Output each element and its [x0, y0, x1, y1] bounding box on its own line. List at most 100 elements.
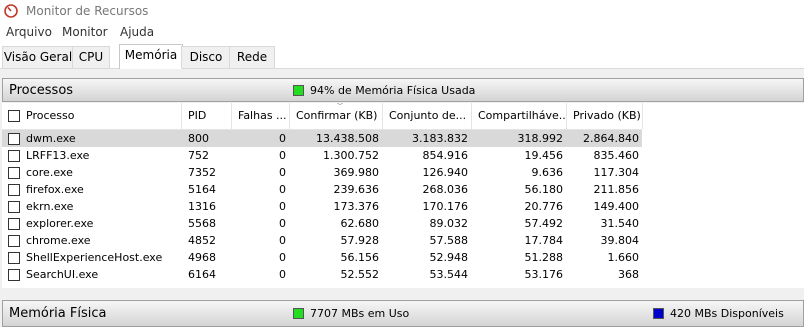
- tab-bar: Visão Geral CPU Memória Disco Rede: [0, 43, 804, 69]
- physical-memory-section-header[interactable]: Memória Física 7707 MBs em Uso 420 MBs D…: [2, 300, 804, 327]
- menu-monitor[interactable]: Monitor: [62, 25, 108, 39]
- cell-faults: 0: [279, 234, 286, 247]
- cell-working: 170.176: [422, 200, 469, 213]
- table-row[interactable]: dwm.exe 800 0 13.438.508 3.183.832 318.992 2.8…: [2, 130, 642, 147]
- column-header-conjunto[interactable]: Conjunto de...: [383, 103, 472, 129]
- menu-ajuda[interactable]: Ajuda: [120, 25, 154, 39]
- row-checkbox[interactable]: [8, 269, 20, 281]
- table-row[interactable]: explorer.exe 5568 0 62.680 89.032 57.492 31.54…: [2, 215, 642, 232]
- column-header-processo[interactable]: Processo: [2, 103, 182, 129]
- column-header-confirmar[interactable]: ﹀ Confirmar (KB): [290, 103, 383, 129]
- cell-working: 854.916: [422, 149, 469, 162]
- cell-private: 2.864.840: [583, 132, 639, 145]
- cell-shareable: 318.992: [517, 132, 564, 145]
- cell-commit: 62.680: [340, 217, 380, 230]
- available-swatch: [653, 308, 664, 319]
- memory-used-swatch: [293, 85, 304, 96]
- cell-private: 31.540: [600, 217, 640, 230]
- processes-title: Processos: [9, 83, 74, 98]
- tab-cpu[interactable]: CPU: [72, 46, 110, 68]
- row-checkbox[interactable]: [8, 150, 20, 162]
- processes-section-header[interactable]: Processos 94% de Memória Física Usada: [2, 78, 804, 102]
- table-row[interactable]: firefox.exe 5164 0 239.636 268.036 56.180 211.…: [2, 181, 642, 198]
- table-row[interactable]: SearchUI.exe 6164 0 52.552 53.544 53.176 368: [2, 266, 642, 283]
- cell-pid: 800: [188, 132, 209, 145]
- resource-monitor-icon: [4, 4, 18, 18]
- select-all-checkbox[interactable]: [8, 110, 20, 122]
- table-row[interactable]: LRFF13.exe 752 0 1.300.752 854.916 19.456 835.…: [2, 147, 642, 164]
- cell-pid: 6164: [188, 268, 216, 281]
- cell-faults: 0: [279, 183, 286, 196]
- cell-faults: 0: [279, 268, 286, 281]
- process-name: firefox.exe: [26, 183, 84, 196]
- cell-shareable: 17.784: [524, 234, 564, 247]
- cell-private: 1.660: [607, 251, 640, 264]
- cell-commit: 239.636: [333, 183, 380, 196]
- row-checkbox[interactable]: [8, 201, 20, 213]
- tab-memoria[interactable]: Memória: [119, 44, 183, 69]
- column-header-falhas[interactable]: Falhas ...: [232, 103, 290, 129]
- column-header-compartilhavel[interactable]: Compartilháve...: [472, 103, 567, 129]
- row-checkbox[interactable]: [8, 218, 20, 230]
- cell-commit: 56.156: [340, 251, 380, 264]
- tab-disco[interactable]: Disco: [181, 46, 231, 68]
- process-name-cell: ShellExperienceHost.exe: [2, 249, 188, 266]
- process-name: dwm.exe: [26, 132, 76, 145]
- table-row[interactable]: ekrn.exe 1316 0 173.376 170.176 20.776 149.400: [2, 198, 642, 215]
- tab-rede[interactable]: Rede: [229, 46, 275, 68]
- column-header-privado[interactable]: Privado (KB): [567, 103, 643, 129]
- window-title: Monitor de Recursos: [26, 4, 149, 18]
- in-use-swatch: [293, 308, 304, 319]
- cell-private: 835.460: [593, 149, 640, 162]
- process-name-cell: LRFF13.exe: [2, 147, 188, 164]
- cell-pid: 5164: [188, 183, 216, 196]
- in-use-label: 7707 MBs em Uso: [310, 307, 410, 320]
- cell-commit: 57.928: [340, 234, 380, 247]
- title-bar: Monitor de Recursos: [0, 0, 804, 24]
- column-header-pid[interactable]: PID: [182, 103, 232, 129]
- process-name-cell: SearchUI.exe: [2, 266, 188, 283]
- available-label: 420 MBs Disponíveis: [670, 307, 784, 320]
- cell-commit: 173.376: [333, 200, 380, 213]
- process-name: core.exe: [26, 166, 73, 179]
- cell-pid: 4968: [188, 251, 216, 264]
- cell-commit: 1.300.752: [323, 149, 379, 162]
- row-checkbox[interactable]: [8, 133, 20, 145]
- cell-private: 211.856: [593, 183, 640, 196]
- process-name: ShellExperienceHost.exe: [26, 251, 163, 264]
- row-checkbox[interactable]: [8, 252, 20, 264]
- table-row[interactable]: ShellExperienceHost.exe 4968 0 56.156 52.948…: [2, 249, 642, 266]
- cell-working: 89.032: [429, 217, 469, 230]
- memory-used-label: 94% de Memória Física Usada: [310, 84, 476, 97]
- row-checkbox[interactable]: [8, 235, 20, 247]
- cell-working: 268.036: [422, 183, 469, 196]
- row-checkbox[interactable]: [8, 184, 20, 196]
- table-row-partial: [2, 283, 642, 288]
- cell-pid: 7352: [188, 166, 216, 179]
- tab-visao-geral[interactable]: Visão Geral: [2, 46, 74, 68]
- cell-commit: 369.980: [333, 166, 380, 179]
- cell-shareable: 9.636: [531, 166, 564, 179]
- cell-shareable: 56.180: [524, 183, 564, 196]
- physical-memory-title: Memória Física: [9, 306, 107, 321]
- cell-faults: 0: [279, 149, 286, 162]
- row-checkbox[interactable]: [8, 167, 20, 179]
- menu-bar: Arquivo Monitor Ajuda: [0, 24, 804, 42]
- process-name-cell: explorer.exe: [2, 215, 188, 232]
- cell-working: 126.940: [422, 166, 469, 179]
- cell-pid: 1316: [188, 200, 216, 213]
- cell-shareable: 57.492: [524, 217, 564, 230]
- process-name-cell: firefox.exe: [2, 181, 188, 198]
- process-name-cell: dwm.exe: [2, 130, 188, 147]
- cell-faults: 0: [279, 217, 286, 230]
- process-name: ekrn.exe: [26, 200, 74, 213]
- table-row[interactable]: chrome.exe 4852 0 57.928 57.588 17.784 39.804: [2, 232, 642, 249]
- cell-commit: 52.552: [340, 268, 380, 281]
- cell-faults: 0: [279, 166, 286, 179]
- cell-faults: 0: [279, 200, 286, 213]
- cell-private: 149.400: [593, 200, 640, 213]
- table-row[interactable]: core.exe 7352 0 369.980 126.940 9.636 117.304: [2, 164, 642, 181]
- menu-arquivo[interactable]: Arquivo: [6, 25, 52, 39]
- sort-down-icon: ﹀: [336, 103, 344, 111]
- processes-table: Processo PID Falhas ... ﹀ Confirmar (KB) …: [2, 103, 804, 288]
